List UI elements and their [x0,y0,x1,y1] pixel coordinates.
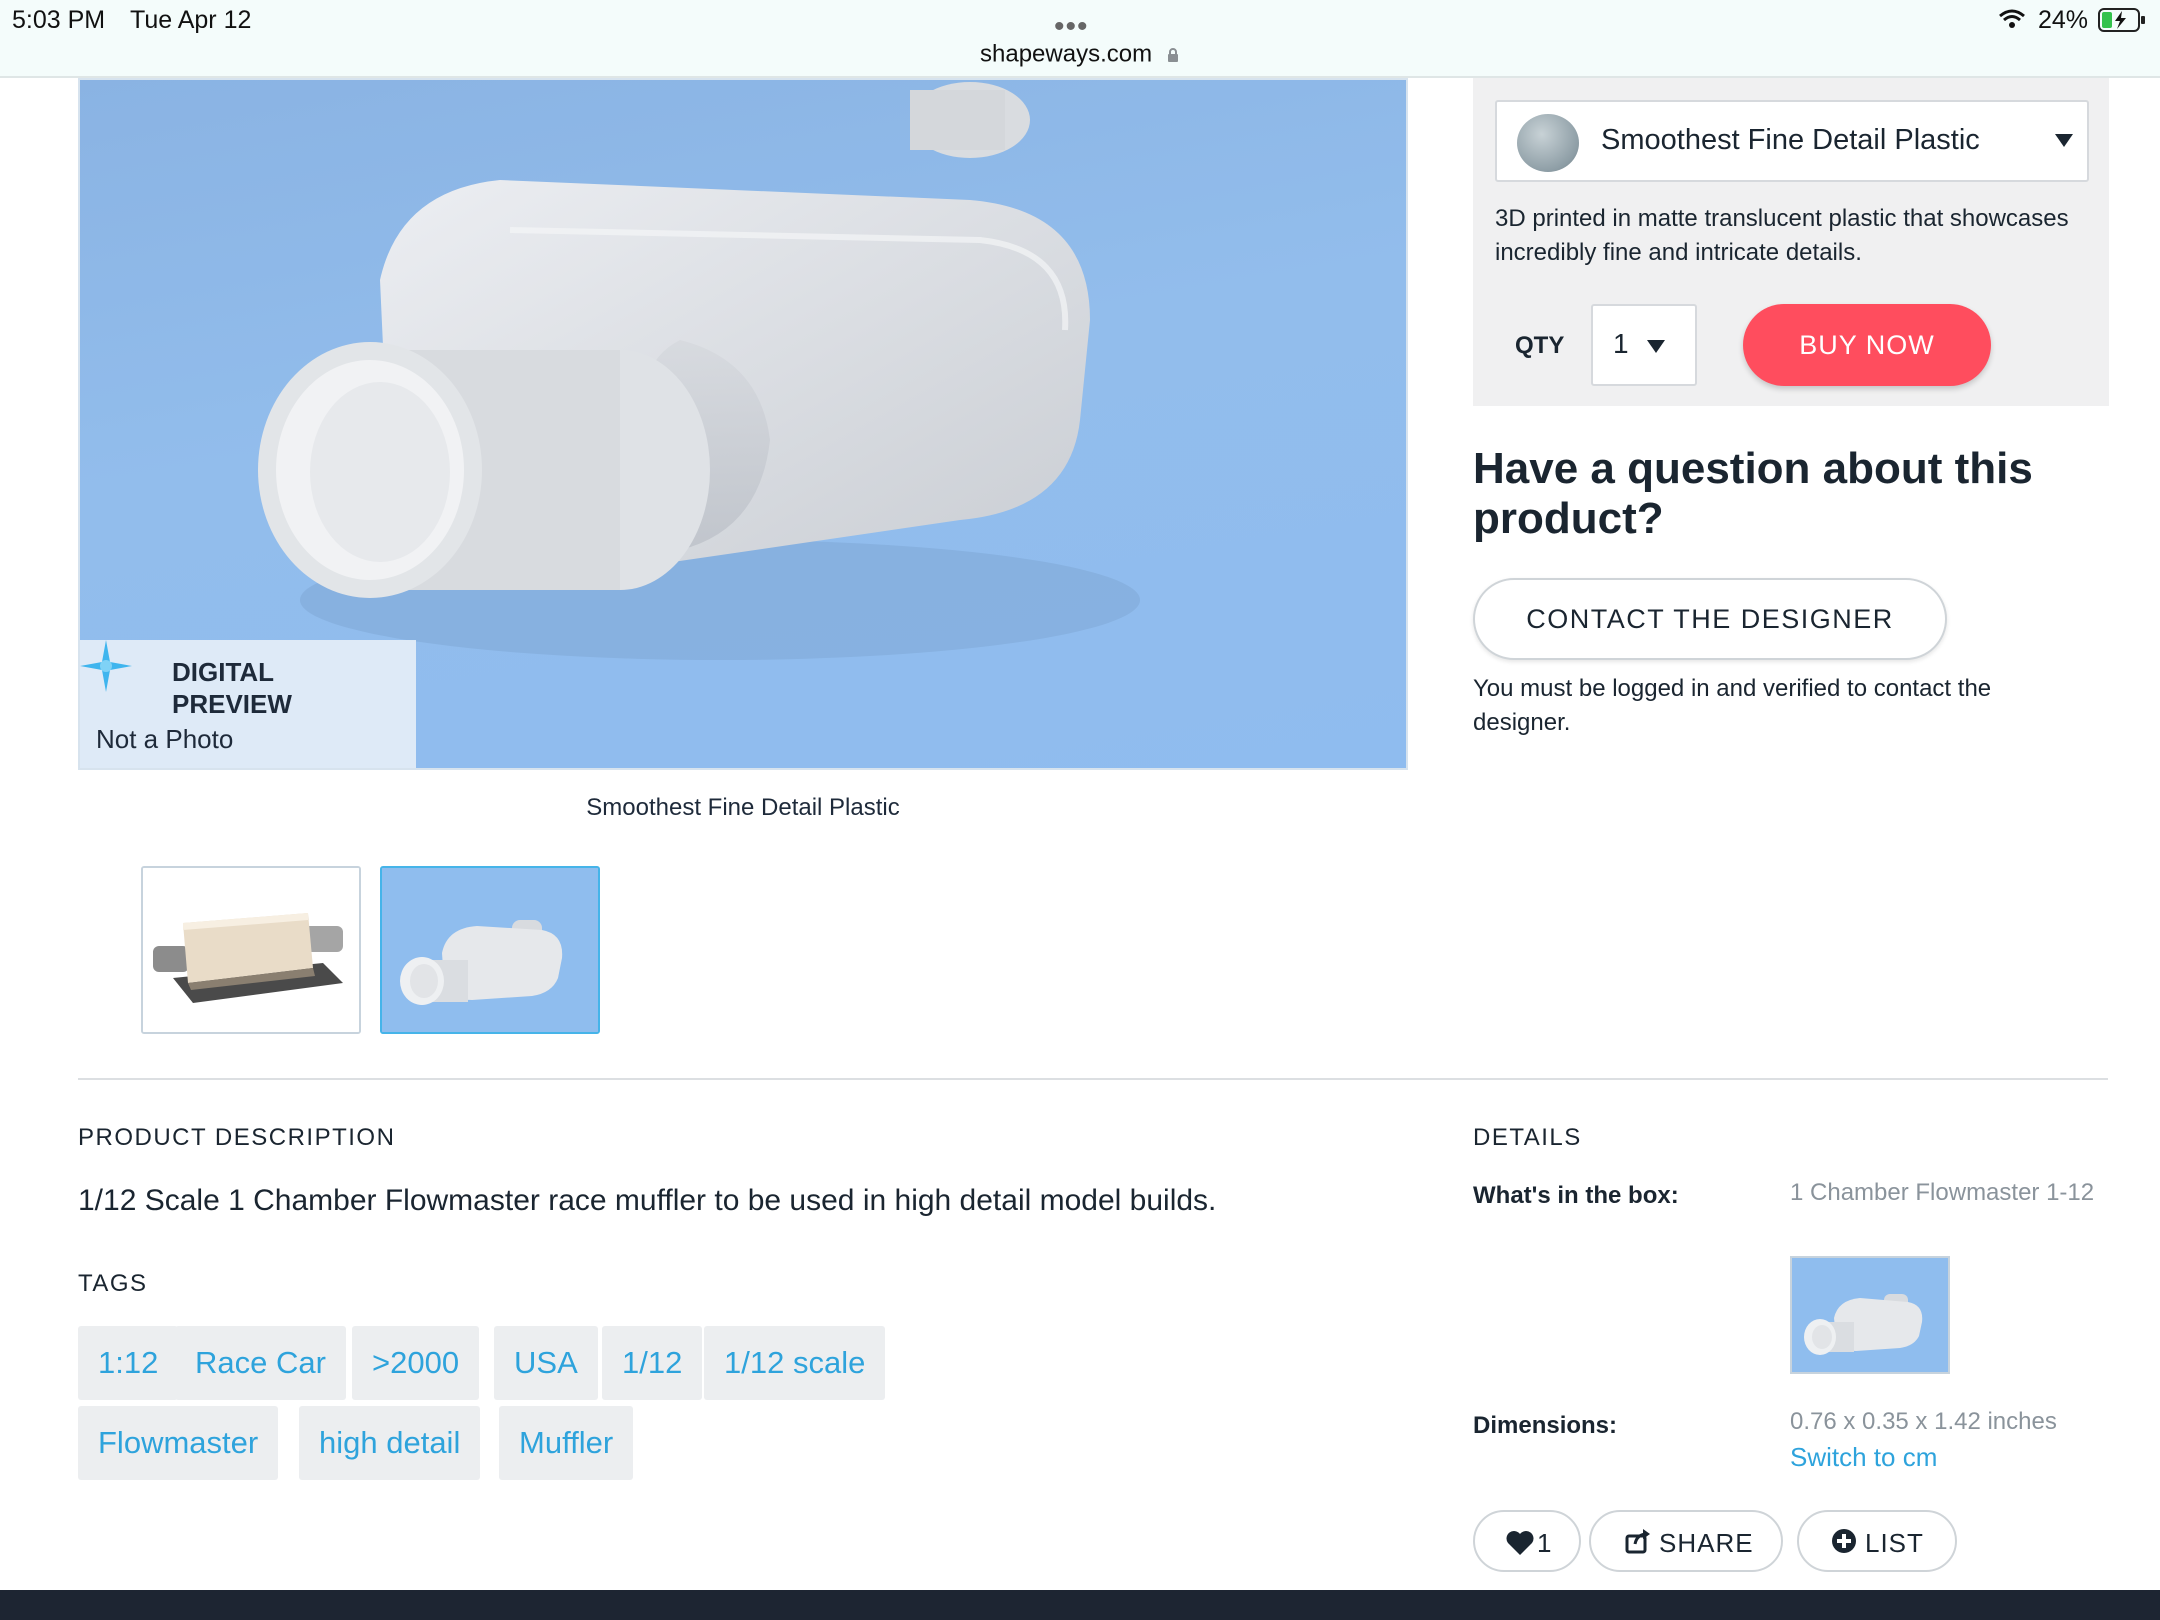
material-selected: Smoothest Fine Detail Plastic [1601,124,1980,156]
share-label: SHARE [1659,1528,1754,1558]
list-label: LIST [1865,1528,1924,1558]
thumbnail-plastic-selected[interactable] [380,866,600,1034]
product-description-label: PRODUCT DESCRIPTION [78,1124,396,1151]
material-description: 3D printed in matte translucent plastic … [1495,205,2069,266]
tag-chip[interactable]: USA [494,1326,598,1400]
contact-designer-button[interactable]: CONTACT THE DESIGNER [1473,578,1947,660]
qty-label: QTY [1515,332,1565,359]
share-button[interactable]: SHARE [1589,1510,1783,1572]
digital-preview-badge: DIGITAL PREVIEW Not a Photo [80,640,416,768]
thumbnail-plastic-image [382,868,598,1032]
question-heading: Have a question about this product? [1473,444,2033,543]
preview-title: DIGITAL PREVIEW [172,657,292,719]
tag-chip[interactable]: >2000 [352,1326,480,1400]
wifi-icon [1999,9,2025,28]
status-bar: 5:03 PM Tue Apr 12 ••• shapeways.com 24% [0,0,2160,78]
details-label: DETAILS [1473,1124,1582,1151]
address-bar[interactable]: shapeways.com [980,40,1190,69]
box-contents-value: 1 Chamber Flowmaster 1-12 [1790,1179,2095,1206]
site-footer [0,1590,2160,1620]
status-date: Tue Apr 12 [130,6,252,34]
material-dropdown[interactable]: Smoothest Fine Detail Plastic [1495,100,2089,182]
caret-down-icon [1647,340,1665,353]
lock-icon [1167,47,1178,62]
tag-chip[interactable]: 1/12 [602,1326,703,1400]
sparkle-icon [80,640,132,692]
plus-circle-icon [1832,1529,1856,1553]
share-icon [1625,1529,1650,1554]
tag-chip[interactable]: Flowmaster [78,1406,279,1480]
tag-chip[interactable]: Race Car [175,1326,346,1400]
box-contents-image[interactable] [1790,1256,1950,1374]
qty-value: 1 [1613,328,1629,359]
dimensions-value: 0.76 x 0.35 x 1.42 inches [1790,1408,2057,1435]
tab-options-icon[interactable]: ••• [1054,10,1089,44]
status-time: 5:03 PM [12,6,106,34]
dimensions-key: Dimensions: [1473,1412,1618,1439]
box-contents-render [1792,1258,1948,1372]
image-caption: Smoothest Fine Detail Plastic [586,794,900,821]
battery-icon [2098,8,2145,32]
product-description-text: 1/12 Scale 1 Chamber Flowmaster race muf… [78,1184,1217,1217]
tag-chip[interactable]: high detail [299,1406,481,1480]
add-to-list-button[interactable]: LIST [1797,1510,1957,1572]
tags-label: TAGS [78,1270,148,1297]
favorite-count: 1 [1537,1528,1553,1558]
tag-chip[interactable]: 1/12 scale [704,1326,886,1400]
switch-to-cm-link[interactable]: Switch to cm [1790,1442,1937,1473]
box-contents-key: What's in the box: [1473,1182,1679,1209]
quantity-dropdown[interactable]: 1 [1591,304,1697,386]
caret-down-icon [2055,134,2073,147]
material-swatch [1517,114,1579,172]
favorite-button[interactable]: 1 [1473,1510,1581,1572]
battery-percent: 24% [2038,6,2089,34]
section-divider [78,1078,2108,1080]
heart-icon [1506,1531,1534,1555]
preview-subtitle: Not a Photo [96,724,234,754]
tag-chip[interactable]: Muffler [499,1406,634,1480]
buy-now-button[interactable]: BUY NOW [1743,304,1991,386]
thumbnail-metal-image [143,868,359,1032]
url-text: shapeways.com [980,40,1153,68]
tag-chip[interactable]: 1:12 [78,1326,179,1400]
thumbnail-metal[interactable] [141,866,361,1034]
purchase-panel: Smoothest Fine Detail Plastic 3D printed… [1473,78,2109,406]
product-main-image[interactable]: DIGITAL PREVIEW Not a Photo [78,78,1408,770]
contact-note: You must be logged in and verified to co… [1473,675,1992,736]
